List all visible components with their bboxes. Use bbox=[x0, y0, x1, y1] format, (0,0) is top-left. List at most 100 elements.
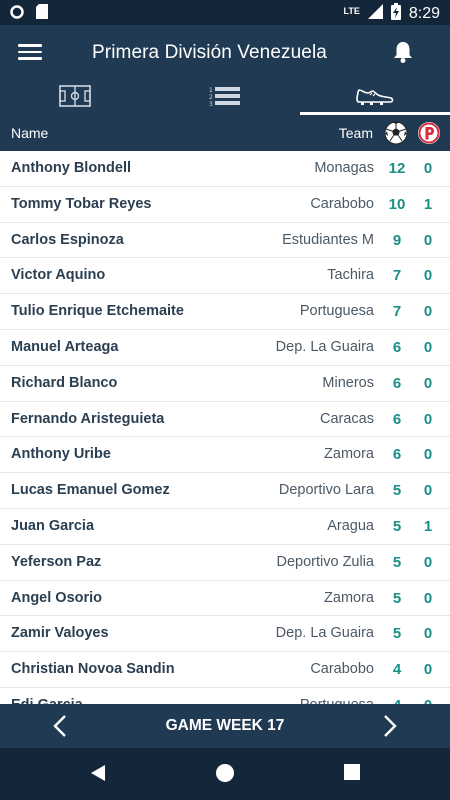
penalties-count: 0 bbox=[423, 338, 433, 356]
player-name: Tommy Tobar Reyes bbox=[11, 195, 152, 212]
player-name: Zamir Valoyes bbox=[11, 625, 109, 642]
player-name: Anthony Uribe bbox=[11, 446, 111, 463]
game-week-bar: GAME WEEK 17 bbox=[0, 704, 450, 748]
goals-count: 4 bbox=[392, 661, 402, 679]
player-team: Carabobo bbox=[310, 661, 374, 678]
clock: 8:29 bbox=[408, 5, 440, 22]
player-name: Christian Novoa Sandin bbox=[11, 661, 175, 678]
chevron-right-icon[interactable] bbox=[382, 714, 398, 743]
player-name: Yeferson Paz bbox=[11, 553, 102, 570]
table-row[interactable]: Yeferson Paz Deportivo Zulia 5 0 bbox=[0, 544, 450, 581]
goals-count: 6 bbox=[392, 338, 402, 356]
penalties-count: 0 bbox=[423, 661, 433, 679]
soccer-field-icon bbox=[59, 84, 91, 112]
player-name: Tulio Enrique Etchemaite bbox=[11, 303, 184, 320]
table-row[interactable]: Angel Osorio Zamora 5 0 bbox=[0, 580, 450, 617]
tab-bar: 1 2 3 bbox=[0, 81, 450, 115]
table-row[interactable]: Zamir Valoyes Dep. La Guaira 5 0 bbox=[0, 616, 450, 653]
player-team: Tachira bbox=[327, 267, 374, 284]
system-nav-bar bbox=[0, 748, 450, 800]
football-boot-icon bbox=[356, 86, 394, 111]
penalty-p-icon bbox=[417, 121, 441, 148]
svg-text:2: 2 bbox=[209, 94, 213, 101]
table-row[interactable]: Manuel Arteaga Dep. La Guaira 6 0 bbox=[0, 329, 450, 366]
table-row[interactable]: Richard Blanco Mineros 6 0 bbox=[0, 365, 450, 402]
player-name: Juan Garcia bbox=[11, 517, 95, 534]
penalties-count: 1 bbox=[423, 195, 433, 213]
table-header: Name Team bbox=[0, 115, 450, 151]
goals-count: 10 bbox=[388, 195, 406, 213]
player-team: Zamora bbox=[324, 589, 374, 606]
goals-count: 4 bbox=[384, 697, 410, 704]
table-row[interactable]: Tommy Tobar Reyes Carabobo 10 1 bbox=[0, 186, 450, 223]
player-team: Zamora bbox=[324, 446, 374, 463]
back-icon[interactable] bbox=[88, 763, 108, 788]
player-team: Monagas bbox=[314, 160, 374, 176]
player-name: Fernando Aristeguieta bbox=[11, 410, 165, 427]
player-name: Lucas Emanuel Gomez bbox=[11, 482, 170, 499]
player-name: Manuel Arteaga bbox=[11, 338, 119, 355]
tab-standings[interactable]: 1 2 3 bbox=[150, 81, 300, 115]
goals-count: 6 bbox=[392, 374, 402, 392]
player-team: Deportivo Zulia bbox=[276, 553, 374, 570]
penalties-count: 0 bbox=[423, 231, 433, 249]
table-row[interactable]: Juan Garcia Aragua 5 1 bbox=[0, 508, 450, 545]
goals-count: 5 bbox=[392, 553, 402, 571]
svg-text:1: 1 bbox=[209, 87, 213, 94]
goals-count: 9 bbox=[392, 231, 402, 249]
table-row[interactable]: Carlos Espinoza Estudiantes M 9 0 bbox=[0, 222, 450, 259]
goals-count: 5 bbox=[392, 589, 402, 607]
svg-text:3: 3 bbox=[209, 101, 213, 107]
home-icon[interactable] bbox=[215, 763, 235, 788]
table-row[interactable]: Lucas Emanuel Gomez Deportivo Lara 5 0 bbox=[0, 473, 450, 509]
player-name: Anthony Blondell bbox=[11, 160, 132, 176]
table-row[interactable]: Anthony Uribe Zamora 6 0 bbox=[0, 437, 450, 474]
player-team: Dep. La Guaira bbox=[275, 625, 374, 642]
page-title: Primera División Venezuela bbox=[92, 42, 327, 63]
player-team: Portuguesa bbox=[299, 303, 374, 320]
penalties-count: 0 bbox=[423, 160, 433, 177]
table-row[interactable]: Anthony Blondell Monagas 12 0 bbox=[0, 151, 450, 187]
table-row[interactable]: Tulio Enrique Etchemaite Portuguesa 7 0 bbox=[0, 294, 450, 330]
player-team: Dep. La Guaira bbox=[275, 338, 374, 355]
penalties-count: 0 bbox=[423, 482, 433, 500]
column-team: Team bbox=[338, 125, 373, 141]
penalties-count: 1 bbox=[423, 517, 433, 535]
player-team: Portuguesa bbox=[300, 697, 374, 704]
recents-icon[interactable] bbox=[343, 763, 361, 786]
table-row[interactable]: Christian Novoa Sandin Carabobo 4 0 bbox=[0, 652, 450, 688]
scorers-list[interactable]: Anthony Blondell Monagas 12 0 Tommy Tobar Re… bbox=[0, 151, 450, 704]
table-row[interactable]: Edi Garcia Portuguesa 40 bbox=[0, 687, 450, 704]
notification-bell-icon[interactable] bbox=[392, 40, 414, 69]
player-team: Carabobo bbox=[310, 195, 374, 212]
tab-fixtures[interactable] bbox=[0, 81, 150, 115]
penalties-count: 0 bbox=[423, 410, 433, 428]
penalties-count: 0 bbox=[423, 589, 433, 607]
player-team: Estudiantes M bbox=[282, 231, 374, 248]
penalties-count: 0 bbox=[423, 625, 433, 643]
penalties-count: 0 bbox=[423, 303, 433, 321]
goals-count: 5 bbox=[392, 625, 402, 643]
menu-icon[interactable] bbox=[16, 41, 44, 65]
goals-count: 12 bbox=[388, 160, 406, 177]
goals-count: 7 bbox=[392, 303, 402, 321]
penalties-count: 0 bbox=[423, 267, 433, 285]
penalties-count: 0 bbox=[416, 697, 440, 704]
sd-card-icon bbox=[36, 4, 48, 24]
penalties-count: 0 bbox=[423, 553, 433, 571]
player-name: Edi Garcia bbox=[11, 697, 83, 704]
penalties-count: 0 bbox=[423, 374, 433, 392]
goals-count: 5 bbox=[392, 517, 402, 535]
lte-label: LTE bbox=[343, 6, 360, 16]
battery-charging-icon bbox=[390, 3, 401, 25]
player-name: Victor Aquino bbox=[11, 267, 106, 284]
table-row[interactable]: Victor Aquino Tachira 7 0 bbox=[0, 258, 450, 295]
player-name: Angel Osorio bbox=[11, 589, 103, 606]
soccer-ball-icon bbox=[384, 121, 408, 148]
table-row[interactable]: Fernando Aristeguieta Caracas 6 0 bbox=[0, 401, 450, 438]
penalties-count: 0 bbox=[423, 446, 433, 464]
player-team: Deportivo Lara bbox=[278, 482, 374, 499]
signal-icon bbox=[367, 4, 383, 24]
goals-count: 6 bbox=[392, 410, 402, 428]
tab-top-scorers[interactable] bbox=[300, 81, 450, 115]
